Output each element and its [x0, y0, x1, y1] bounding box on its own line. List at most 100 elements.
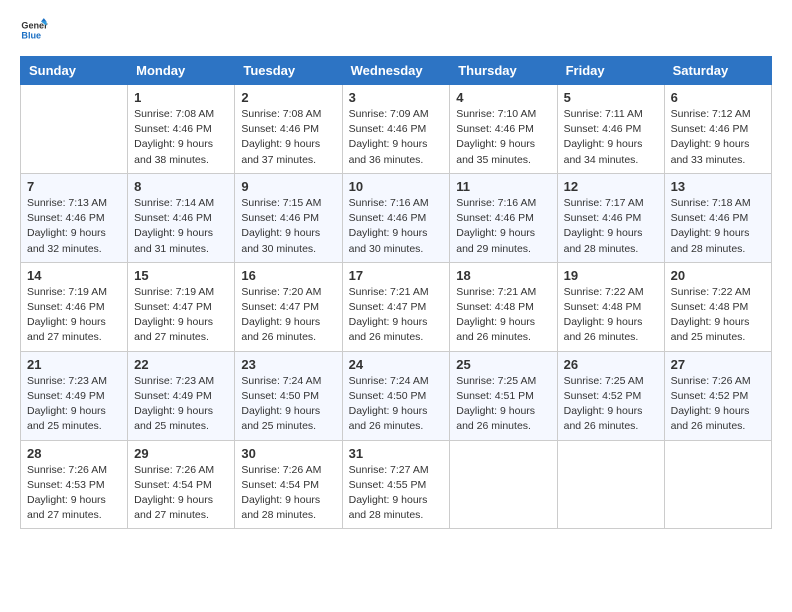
- day-number: 14: [27, 268, 121, 283]
- day-number: 3: [349, 90, 444, 105]
- calendar-cell: [557, 440, 664, 529]
- calendar-cell: 15 Sunrise: 7:19 AMSunset: 4:47 PMDayligh…: [128, 262, 235, 351]
- header-row: SundayMondayTuesdayWednesdayThursdayFrid…: [21, 57, 772, 85]
- week-row-1: 1 Sunrise: 7:08 AMSunset: 4:46 PMDaylight…: [21, 85, 772, 174]
- calendar-cell: 8 Sunrise: 7:14 AMSunset: 4:46 PMDaylight…: [128, 173, 235, 262]
- day-number: 9: [241, 179, 335, 194]
- calendar-cell: 25Sunrise: 7:25 AMSunset: 4:51 PMDayligh…: [450, 351, 557, 440]
- week-row-3: 14 Sunrise: 7:19 AMSunset: 4:46 PMDayligh…: [21, 262, 772, 351]
- week-row-5: 28Sunrise: 7:26 AMSunset: 4:53 PMDayligh…: [21, 440, 772, 529]
- day-number: 22: [134, 357, 228, 372]
- day-number: 17: [349, 268, 444, 283]
- day-info: Sunrise: 7:24 AMSunset: 4:50 PMDaylight:…: [349, 374, 444, 435]
- calendar-cell: 14 Sunrise: 7:19 AMSunset: 4:46 PMDayligh…: [21, 262, 128, 351]
- calendar-cell: 13 Sunrise: 7:18 AMSunset: 4:46 PMDayligh…: [664, 173, 771, 262]
- day-info: Sunrise: 7:20 AMSunset: 4:47 PMDaylight:…: [241, 285, 335, 346]
- day-info: Sunrise: 7:09 AMSunset: 4:46 PMDaylight:…: [349, 107, 444, 168]
- day-number: 13: [671, 179, 765, 194]
- day-number: 27: [671, 357, 765, 372]
- column-header-tuesday: Tuesday: [235, 57, 342, 85]
- day-info: Sunrise: 7:08 AMSunset: 4:46 PMDaylight:…: [241, 107, 335, 168]
- calendar-cell: 19 Sunrise: 7:22 AMSunset: 4:48 PMDayligh…: [557, 262, 664, 351]
- day-number: 28: [27, 446, 121, 461]
- day-info: Sunrise: 7:22 AMSunset: 4:48 PMDaylight:…: [564, 285, 658, 346]
- calendar-cell: 26Sunrise: 7:25 AMSunset: 4:52 PMDayligh…: [557, 351, 664, 440]
- calendar-cell: 21 Sunrise: 7:23 AMSunset: 4:49 PMDayligh…: [21, 351, 128, 440]
- day-number: 4: [456, 90, 550, 105]
- calendar-cell: 29Sunrise: 7:26 AMSunset: 4:54 PMDayligh…: [128, 440, 235, 529]
- day-number: 20: [671, 268, 765, 283]
- day-info: Sunrise: 7:22 AMSunset: 4:48 PMDaylight:…: [671, 285, 765, 346]
- day-number: 2: [241, 90, 335, 105]
- calendar-cell: 4 Sunrise: 7:10 AMSunset: 4:46 PMDaylight…: [450, 85, 557, 174]
- day-number: 19: [564, 268, 658, 283]
- day-info: Sunrise: 7:15 AMSunset: 4:46 PMDaylight:…: [241, 196, 335, 257]
- day-info: Sunrise: 7:23 AMSunset: 4:49 PMDaylight:…: [134, 374, 228, 435]
- header: General Blue: [20, 16, 772, 44]
- calendar-cell: 6 Sunrise: 7:12 AMSunset: 4:46 PMDaylight…: [664, 85, 771, 174]
- calendar-cell: 11 Sunrise: 7:16 AMSunset: 4:46 PMDayligh…: [450, 173, 557, 262]
- column-header-monday: Monday: [128, 57, 235, 85]
- day-number: 8: [134, 179, 228, 194]
- calendar-cell: [21, 85, 128, 174]
- day-number: 12: [564, 179, 658, 194]
- day-info: Sunrise: 7:16 AMSunset: 4:46 PMDaylight:…: [349, 196, 444, 257]
- day-info: Sunrise: 7:26 AMSunset: 4:54 PMDaylight:…: [241, 463, 335, 524]
- logo: General Blue: [20, 16, 48, 44]
- day-number: 16: [241, 268, 335, 283]
- day-number: 26: [564, 357, 658, 372]
- day-info: Sunrise: 7:14 AMSunset: 4:46 PMDaylight:…: [134, 196, 228, 257]
- day-info: Sunrise: 7:16 AMSunset: 4:46 PMDaylight:…: [456, 196, 550, 257]
- day-info: Sunrise: 7:26 AMSunset: 4:52 PMDaylight:…: [671, 374, 765, 435]
- calendar-cell: 24 Sunrise: 7:24 AMSunset: 4:50 PMDayligh…: [342, 351, 450, 440]
- calendar-cell: 20 Sunrise: 7:22 AMSunset: 4:48 PMDayligh…: [664, 262, 771, 351]
- week-row-4: 21 Sunrise: 7:23 AMSunset: 4:49 PMDayligh…: [21, 351, 772, 440]
- calendar-cell: 12 Sunrise: 7:17 AMSunset: 4:46 PMDayligh…: [557, 173, 664, 262]
- day-number: 29: [134, 446, 228, 461]
- day-info: Sunrise: 7:17 AMSunset: 4:46 PMDaylight:…: [564, 196, 658, 257]
- day-number: 11: [456, 179, 550, 194]
- day-info: Sunrise: 7:21 AMSunset: 4:48 PMDaylight:…: [456, 285, 550, 346]
- day-number: 25: [456, 357, 550, 372]
- day-number: 18: [456, 268, 550, 283]
- calendar-table: SundayMondayTuesdayWednesdayThursdayFrid…: [20, 56, 772, 529]
- day-number: 7: [27, 179, 121, 194]
- column-header-friday: Friday: [557, 57, 664, 85]
- day-info: Sunrise: 7:19 AMSunset: 4:47 PMDaylight:…: [134, 285, 228, 346]
- calendar-cell: 30 Sunrise: 7:26 AMSunset: 4:54 PMDayligh…: [235, 440, 342, 529]
- day-number: 23: [241, 357, 335, 372]
- day-number: 21: [27, 357, 121, 372]
- calendar-cell: 17Sunrise: 7:21 AMSunset: 4:47 PMDayligh…: [342, 262, 450, 351]
- day-info: Sunrise: 7:12 AMSunset: 4:46 PMDaylight:…: [671, 107, 765, 168]
- day-info: Sunrise: 7:18 AMSunset: 4:46 PMDaylight:…: [671, 196, 765, 257]
- calendar-cell: 3 Sunrise: 7:09 AMSunset: 4:46 PMDaylight…: [342, 85, 450, 174]
- week-row-2: 7Sunrise: 7:13 AMSunset: 4:46 PMDaylight…: [21, 173, 772, 262]
- day-number: 24: [349, 357, 444, 372]
- calendar-cell: 2 Sunrise: 7:08 AMSunset: 4:46 PMDaylight…: [235, 85, 342, 174]
- day-number: 5: [564, 90, 658, 105]
- day-info: Sunrise: 7:19 AMSunset: 4:46 PMDaylight:…: [27, 285, 121, 346]
- day-info: Sunrise: 7:23 AMSunset: 4:49 PMDaylight:…: [27, 374, 121, 435]
- svg-text:Blue: Blue: [21, 30, 41, 40]
- calendar-cell: 7Sunrise: 7:13 AMSunset: 4:46 PMDaylight…: [21, 173, 128, 262]
- day-info: Sunrise: 7:08 AMSunset: 4:46 PMDaylight:…: [134, 107, 228, 168]
- calendar-cell: 31Sunrise: 7:27 AMSunset: 4:55 PMDayligh…: [342, 440, 450, 529]
- day-number: 10: [349, 179, 444, 194]
- calendar-cell: 18 Sunrise: 7:21 AMSunset: 4:48 PMDayligh…: [450, 262, 557, 351]
- day-number: 30: [241, 446, 335, 461]
- column-header-thursday: Thursday: [450, 57, 557, 85]
- calendar-cell: [664, 440, 771, 529]
- day-info: Sunrise: 7:10 AMSunset: 4:46 PMDaylight:…: [456, 107, 550, 168]
- logo-icon: General Blue: [20, 16, 48, 44]
- day-number: 1: [134, 90, 228, 105]
- day-number: 15: [134, 268, 228, 283]
- calendar-cell: 27 Sunrise: 7:26 AMSunset: 4:52 PMDayligh…: [664, 351, 771, 440]
- day-info: Sunrise: 7:24 AMSunset: 4:50 PMDaylight:…: [241, 374, 335, 435]
- calendar-cell: 28Sunrise: 7:26 AMSunset: 4:53 PMDayligh…: [21, 440, 128, 529]
- column-header-sunday: Sunday: [21, 57, 128, 85]
- calendar-cell: 22 Sunrise: 7:23 AMSunset: 4:49 PMDayligh…: [128, 351, 235, 440]
- day-info: Sunrise: 7:27 AMSunset: 4:55 PMDaylight:…: [349, 463, 444, 524]
- calendar-cell: 9 Sunrise: 7:15 AMSunset: 4:46 PMDaylight…: [235, 173, 342, 262]
- day-number: 6: [671, 90, 765, 105]
- calendar-cell: 16 Sunrise: 7:20 AMSunset: 4:47 PMDayligh…: [235, 262, 342, 351]
